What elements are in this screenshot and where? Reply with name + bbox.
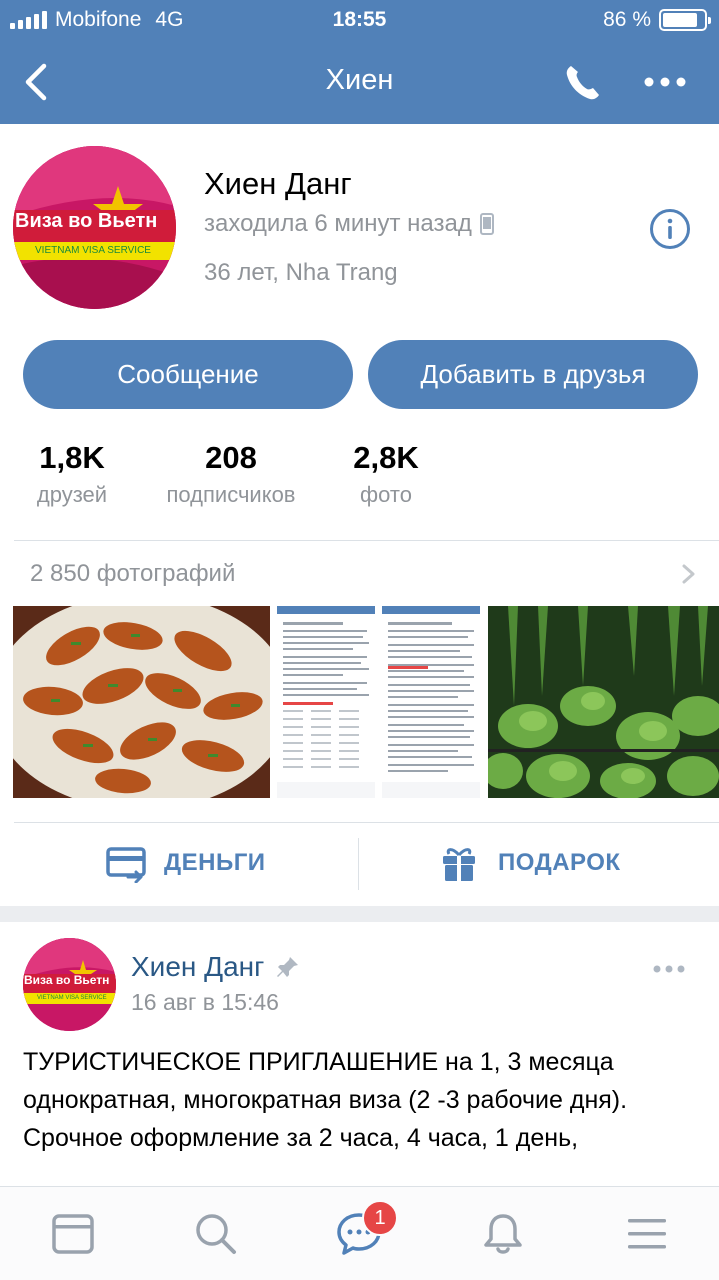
post-author-avatar[interactable]: Виза во Вьетн VIETNAM VISA SERVICE [23,938,116,1031]
section-separator [0,906,719,922]
divider [14,822,719,823]
page-title: Хиен [325,64,394,96]
more-button[interactable] [640,64,690,100]
pin-icon [277,957,299,977]
phone-icon [566,66,599,100]
photo-thumbnail-garden-plants[interactable] [488,606,719,798]
last-seen-text: заходила 6 минут назад [204,210,472,237]
message-button[interactable]: Сообщение [23,340,353,409]
stat-friends[interactable]: 1,8K друзей [22,440,122,508]
menu-icon[interactable] [624,1211,670,1257]
chevron-right-icon[interactable] [678,562,698,586]
battery-icon [659,9,711,31]
tab-bar [0,1186,719,1280]
profile-age-city: 36 лет, Nha Trang [204,259,398,286]
post-text: ТУРИСТИЧЕСКОЕ ПРИГЛАШЕНИЕ на 1, 3 месяца… [23,1048,628,1152]
gift-button[interactable]: ПОДАРОК [440,836,621,890]
photo-thumbnail-screenshot-1[interactable] [277,606,375,798]
post-author[interactable]: Хиен Данг [131,951,300,983]
actions-divider [358,838,359,890]
post-more-icon[interactable] [652,962,686,976]
money-transfer-icon [106,847,146,883]
add-friend-button[interactable]: Добавить в друзья [368,340,698,409]
info-icon [650,209,690,249]
profile-info-button[interactable] [649,208,691,250]
avatar-caption: Виза во Вьетн [24,973,110,987]
search-icon[interactable] [193,1211,239,1257]
post-author-name: Хиен Данг [131,951,265,982]
stat-label: подписчиков [166,482,296,507]
stat-label: друзей [36,482,108,507]
stat-value: 1,8K [39,440,105,475]
profile-name: Хиен Данг [204,166,352,201]
status-bar: Mobifone 4G 18:55 86 % [0,0,719,40]
stat-value: 2,8K [353,440,419,475]
news-icon[interactable] [50,1211,96,1257]
notifications-icon[interactable] [480,1211,526,1257]
avatar-caption: Виза во Вьетн [15,210,158,232]
avatar-subcaption: VIETNAM VISA SERVICE [35,245,151,256]
avatar-subcaption: VIETNAM VISA SERVICE [37,995,107,1001]
mobile-device-icon [479,213,494,235]
gift-icon [443,848,475,881]
photo-thumbnail-chicken-wings[interactable] [13,606,270,798]
divider [14,540,719,541]
navigation-bar: Хиен [0,40,719,124]
stat-followers[interactable]: 208 подписчиков [148,440,314,508]
battery-percent: 86 % [603,8,651,31]
photos-count-link[interactable]: 2 850 фотографий [30,560,235,588]
stat-label: фото [360,482,412,507]
more-dots-icon [644,77,686,87]
photo-thumbnail-screenshot-2[interactable] [382,606,480,798]
profile-avatar[interactable]: Виза во Вьетн VIETNAM VISA SERVICE [13,146,176,309]
status-right: 86 % [603,8,711,32]
stat-photos[interactable]: 2,8K фото [336,440,436,508]
post-date: 16 авг в 15:46 [131,989,279,1015]
messages-badge: 1 [362,1200,398,1236]
call-button[interactable] [562,60,602,104]
money-transfer-button[interactable]: ДЕНЬГИ [106,836,266,890]
gift-label: ПОДАРОК [498,849,621,876]
stat-value: 208 [205,440,257,475]
app-header: Mobifone 4G 18:55 86 % Хиен [0,0,719,124]
money-label: ДЕНЬГИ [164,849,266,876]
last-seen-status: заходила 6 минут назад [204,210,494,238]
